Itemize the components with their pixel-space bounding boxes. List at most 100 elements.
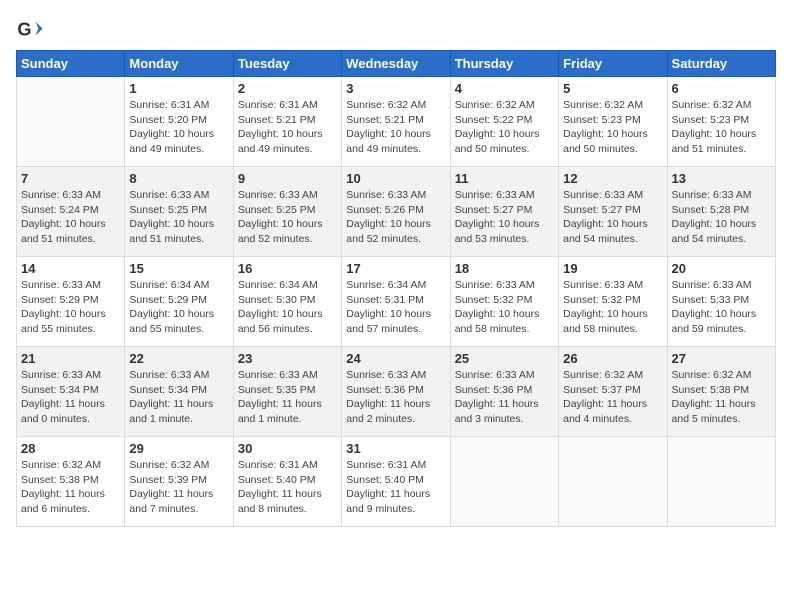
day-number: 19 — [563, 261, 662, 276]
calendar-week-1: 7 Sunrise: 6:33 AM Sunset: 5:24 PM Daylig… — [17, 167, 776, 257]
calendar-week-0: 1 Sunrise: 6:31 AM Sunset: 5:20 PM Daylig… — [17, 77, 776, 167]
day-info: Sunrise: 6:31 AM Sunset: 5:20 PM Dayligh… — [129, 98, 228, 157]
day-info: Sunrise: 6:34 AM Sunset: 5:31 PM Dayligh… — [346, 278, 445, 337]
col-friday: Friday — [559, 51, 667, 77]
col-saturday: Saturday — [667, 51, 775, 77]
day-info: Sunrise: 6:33 AM Sunset: 5:27 PM Dayligh… — [455, 188, 554, 247]
calendar-cell: 10 Sunrise: 6:33 AM Sunset: 5:26 PM Dayli… — [342, 167, 450, 257]
day-info: Sunrise: 6:33 AM Sunset: 5:36 PM Dayligh… — [346, 368, 445, 427]
day-info: Sunrise: 6:32 AM Sunset: 5:22 PM Dayligh… — [455, 98, 554, 157]
day-number: 31 — [346, 441, 445, 456]
calendar-cell: 18Sunrise: 6:33 AM Sunset: 5:32 PM Dayli… — [450, 257, 558, 347]
day-number: 23 — [238, 351, 337, 366]
day-info: Sunrise: 6:32 AM Sunset: 5:37 PM Dayligh… — [563, 368, 662, 427]
day-info: Sunrise: 6:33 AM Sunset: 5:35 PM Dayligh… — [238, 368, 337, 427]
day-number: 26 — [563, 351, 662, 366]
day-info: Sunrise: 6:32 AM Sunset: 5:38 PM Dayligh… — [21, 458, 120, 517]
calendar-cell: 28 Sunrise: 6:32 AM Sunset: 5:38 PM Dayli… — [17, 437, 125, 527]
col-wednesday: Wednesday — [342, 51, 450, 77]
day-number: 18 — [455, 261, 554, 276]
calendar-cell: 7 Sunrise: 6:33 AM Sunset: 5:24 PM Daylig… — [17, 167, 125, 257]
day-number: 5 — [563, 81, 662, 96]
col-tuesday: Tuesday — [233, 51, 341, 77]
day-info: Sunrise: 6:31 AM Sunset: 5:40 PM Dayligh… — [346, 458, 445, 517]
day-number: 28 — [21, 441, 120, 456]
calendar-cell: 4Sunrise: 6:32 AM Sunset: 5:22 PM Daylig… — [450, 77, 558, 167]
calendar-cell: 8Sunrise: 6:33 AM Sunset: 5:25 PM Daylig… — [125, 167, 233, 257]
calendar-cell: 30 Sunrise: 6:31 AM Sunset: 5:40 PM Dayli… — [233, 437, 341, 527]
calendar-cell: 9Sunrise: 6:33 AM Sunset: 5:25 PM Daylig… — [233, 167, 341, 257]
calendar-cell: 15 Sunrise: 6:34 AM Sunset: 5:29 PM Dayli… — [125, 257, 233, 347]
calendar-header: Sunday Monday Tuesday Wednesday Thursday… — [17, 51, 776, 77]
calendar-cell: 26 Sunrise: 6:32 AM Sunset: 5:37 PM Dayli… — [559, 347, 667, 437]
day-number: 13 — [672, 171, 771, 186]
calendar-cell — [559, 437, 667, 527]
day-number: 10 — [346, 171, 445, 186]
day-number: 15 — [129, 261, 228, 276]
day-number: 29 — [129, 441, 228, 456]
day-info: Sunrise: 6:32 AM Sunset: 5:21 PM Dayligh… — [346, 98, 445, 157]
day-info: Sunrise: 6:32 AM Sunset: 5:38 PM Dayligh… — [672, 368, 771, 427]
day-info: Sunrise: 6:32 AM Sunset: 5:39 PM Dayligh… — [129, 458, 228, 517]
calendar-table: Sunday Monday Tuesday Wednesday Thursday… — [16, 50, 776, 527]
calendar-cell — [450, 437, 558, 527]
calendar-body: 1 Sunrise: 6:31 AM Sunset: 5:20 PM Daylig… — [17, 77, 776, 527]
day-number: 1 — [129, 81, 228, 96]
calendar-cell: 14 Sunrise: 6:33 AM Sunset: 5:29 PM Dayli… — [17, 257, 125, 347]
calendar-cell: 23 Sunrise: 6:33 AM Sunset: 5:35 PM Dayli… — [233, 347, 341, 437]
day-info: Sunrise: 6:34 AM Sunset: 5:30 PM Dayligh… — [238, 278, 337, 337]
day-number: 9 — [238, 171, 337, 186]
calendar-cell: 13 Sunrise: 6:33 AM Sunset: 5:28 PM Dayli… — [667, 167, 775, 257]
calendar-cell: 6Sunrise: 6:32 AM Sunset: 5:23 PM Daylig… — [667, 77, 775, 167]
day-number: 3 — [346, 81, 445, 96]
day-number: 21 — [21, 351, 120, 366]
day-info: Sunrise: 6:31 AM Sunset: 5:40 PM Dayligh… — [238, 458, 337, 517]
calendar-cell: 22Sunrise: 6:33 AM Sunset: 5:34 PM Dayli… — [125, 347, 233, 437]
calendar-cell: 31 Sunrise: 6:31 AM Sunset: 5:40 PM Dayli… — [342, 437, 450, 527]
calendar-cell: 24Sunrise: 6:33 AM Sunset: 5:36 PM Dayli… — [342, 347, 450, 437]
logo: G — [16, 16, 48, 44]
col-thursday: Thursday — [450, 51, 558, 77]
day-number: 2 — [238, 81, 337, 96]
day-info: Sunrise: 6:33 AM Sunset: 5:28 PM Dayligh… — [672, 188, 771, 247]
day-info: Sunrise: 6:33 AM Sunset: 5:36 PM Dayligh… — [455, 368, 554, 427]
day-number: 6 — [672, 81, 771, 96]
header-row: Sunday Monday Tuesday Wednesday Thursday… — [17, 51, 776, 77]
day-info: Sunrise: 6:33 AM Sunset: 5:33 PM Dayligh… — [672, 278, 771, 337]
day-info: Sunrise: 6:33 AM Sunset: 5:29 PM Dayligh… — [21, 278, 120, 337]
calendar-cell: 16 Sunrise: 6:34 AM Sunset: 5:30 PM Dayli… — [233, 257, 341, 347]
day-number: 12 — [563, 171, 662, 186]
logo-icon: G — [16, 16, 44, 44]
day-info: Sunrise: 6:32 AM Sunset: 5:23 PM Dayligh… — [563, 98, 662, 157]
calendar-cell — [17, 77, 125, 167]
calendar-cell: 1 Sunrise: 6:31 AM Sunset: 5:20 PM Daylig… — [125, 77, 233, 167]
day-number: 30 — [238, 441, 337, 456]
day-info: Sunrise: 6:33 AM Sunset: 5:26 PM Dayligh… — [346, 188, 445, 247]
day-info: Sunrise: 6:33 AM Sunset: 5:34 PM Dayligh… — [21, 368, 120, 427]
calendar-cell: 12 Sunrise: 6:33 AM Sunset: 5:27 PM Dayli… — [559, 167, 667, 257]
calendar-cell: 25 Sunrise: 6:33 AM Sunset: 5:36 PM Dayli… — [450, 347, 558, 437]
calendar-cell: 3 Sunrise: 6:32 AM Sunset: 5:21 PM Daylig… — [342, 77, 450, 167]
day-number: 14 — [21, 261, 120, 276]
day-info: Sunrise: 6:34 AM Sunset: 5:29 PM Dayligh… — [129, 278, 228, 337]
day-info: Sunrise: 6:33 AM Sunset: 5:27 PM Dayligh… — [563, 188, 662, 247]
calendar-cell: 27Sunrise: 6:32 AM Sunset: 5:38 PM Dayli… — [667, 347, 775, 437]
calendar-cell: 19 Sunrise: 6:33 AM Sunset: 5:32 PM Dayli… — [559, 257, 667, 347]
day-info: Sunrise: 6:33 AM Sunset: 5:32 PM Dayligh… — [563, 278, 662, 337]
svg-text:G: G — [17, 20, 31, 40]
calendar-week-3: 21 Sunrise: 6:33 AM Sunset: 5:34 PM Dayli… — [17, 347, 776, 437]
day-number: 8 — [129, 171, 228, 186]
day-number: 16 — [238, 261, 337, 276]
calendar-cell: 11Sunrise: 6:33 AM Sunset: 5:27 PM Dayli… — [450, 167, 558, 257]
day-info: Sunrise: 6:33 AM Sunset: 5:24 PM Dayligh… — [21, 188, 120, 247]
calendar-cell: 21 Sunrise: 6:33 AM Sunset: 5:34 PM Dayli… — [17, 347, 125, 437]
col-monday: Monday — [125, 51, 233, 77]
day-number: 7 — [21, 171, 120, 186]
calendar-week-4: 28 Sunrise: 6:32 AM Sunset: 5:38 PM Dayli… — [17, 437, 776, 527]
day-number: 25 — [455, 351, 554, 366]
day-info: Sunrise: 6:31 AM Sunset: 5:21 PM Dayligh… — [238, 98, 337, 157]
calendar-cell: 2 Sunrise: 6:31 AM Sunset: 5:21 PM Daylig… — [233, 77, 341, 167]
calendar-cell — [667, 437, 775, 527]
calendar-cell: 17Sunrise: 6:34 AM Sunset: 5:31 PM Dayli… — [342, 257, 450, 347]
day-number: 20 — [672, 261, 771, 276]
